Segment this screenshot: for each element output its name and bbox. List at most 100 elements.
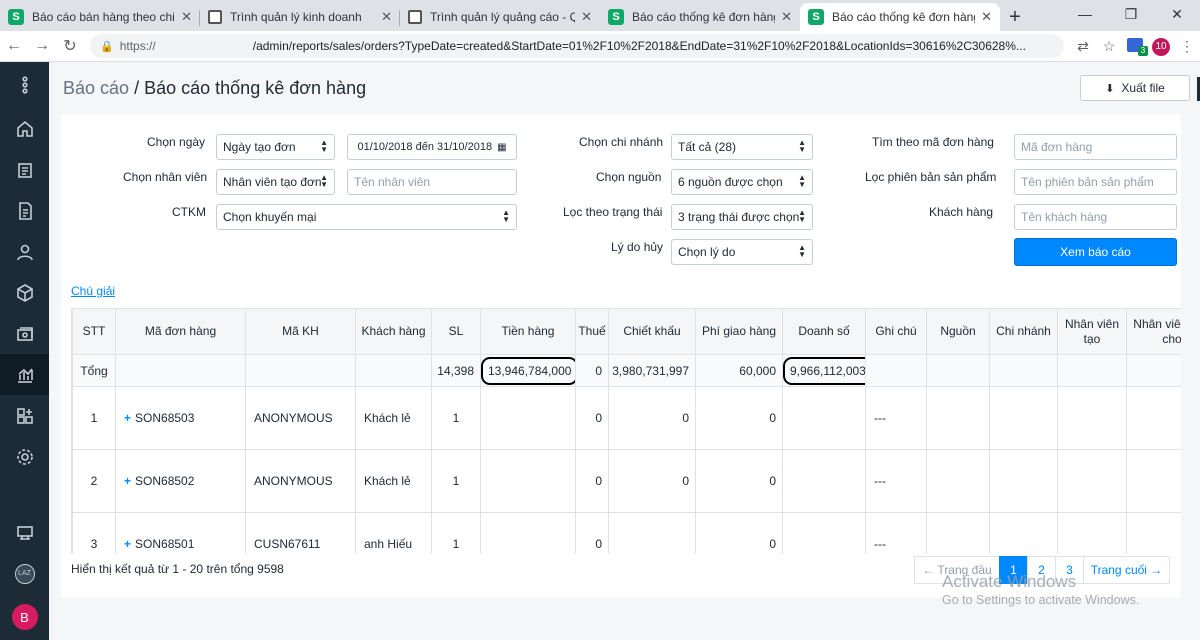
menu-dots-icon[interactable] <box>0 62 49 108</box>
column-header[interactable]: Thuế <box>575 308 609 355</box>
breadcrumb-parent[interactable]: Báo cáo <box>63 78 129 98</box>
customer-code: ANONYMOUS <box>245 449 356 513</box>
browser-tab-strip: S Báo cáo bán hàng theo chi nhá ✕ Trình … <box>0 0 1200 31</box>
invoice-icon[interactable] <box>0 190 49 231</box>
browser-tab[interactable]: Trình quản lý kinh doanh ✕ <box>200 3 400 31</box>
close-icon[interactable]: ✕ <box>981 9 992 25</box>
customer-name: Khách lẻ <box>355 386 432 450</box>
report-table-scroll[interactable]: STT Mã đơn hàng Mã KH Khách hàng SL Tiền… <box>71 308 1181 554</box>
row-index: 3 <box>72 512 116 554</box>
watermark-title: Activate Windows <box>942 572 1077 591</box>
activation-watermark: Activate Windows Go to Settings to activ… <box>942 572 1139 608</box>
store-avatar[interactable]: LAZ <box>0 553 49 594</box>
view-report-button[interactable]: Xem báo cáo <box>1014 238 1177 266</box>
reload-icon[interactable]: ↻ <box>56 36 84 56</box>
order-code-link[interactable]: SON68503 <box>135 411 194 425</box>
cancel-reason-select[interactable]: Chọn lý do ▲ ▼ <box>671 239 813 265</box>
column-header[interactable]: Nhân viên gán cho <box>1126 308 1181 355</box>
extension-icon[interactable]: 3 <box>1122 37 1148 56</box>
home-icon[interactable] <box>0 108 49 149</box>
table-row: 1 + SON68503 ANONYMOUS Khách lẻ 1 0 0 0 -… <box>72 386 1181 450</box>
column-header[interactable]: Nhân viên tạo <box>1057 308 1127 355</box>
customer-input[interactable] <box>1014 204 1177 230</box>
menu-icon[interactable]: ⋮ <box>1174 38 1200 55</box>
expand-icon[interactable]: + <box>124 537 131 551</box>
order-code-input[interactable] <box>1014 134 1177 160</box>
column-header[interactable]: Chi nhánh <box>989 308 1058 355</box>
staff-input[interactable] <box>347 169 517 195</box>
order-code-link[interactable]: SON68501 <box>135 537 194 551</box>
staff-type-select[interactable]: Nhân viên tạo đơn ▲ ▼ <box>216 169 335 195</box>
expand-icon[interactable]: + <box>124 474 131 488</box>
minimize-icon[interactable]: — <box>1062 0 1108 28</box>
variant-input[interactable] <box>1014 169 1177 195</box>
calendar-icon: ▦ <box>497 141 507 153</box>
column-header[interactable]: Phí giao hàng <box>695 308 783 355</box>
browser-tab[interactable]: S Báo cáo bán hàng theo chi nhá ✕ <box>0 3 200 31</box>
browser-tab-active[interactable]: S Báo cáo thống kê đơn hàng ✕ <box>800 3 1000 31</box>
customer-name: Khách lẻ <box>355 449 432 513</box>
column-header[interactable]: Khách hàng <box>355 308 432 355</box>
settings-icon[interactable] <box>0 436 49 477</box>
column-header[interactable]: Mã đơn hàng <box>115 308 246 355</box>
promo-select[interactable]: Chọn khuyến mại ▲ ▼ <box>216 204 517 230</box>
translate-icon[interactable]: ⇄ <box>1070 38 1096 55</box>
close-window-icon[interactable]: ✕ <box>1154 0 1200 28</box>
close-icon[interactable]: ✕ <box>781 9 792 25</box>
browser-tab[interactable]: S Báo cáo thống kê đơn hàng ✕ <box>600 3 800 31</box>
total-discount: 3,980,731,997 <box>608 354 696 387</box>
address-bar: ← → ↻ 🔒 https:// /admin/reports/sales/or… <box>0 31 1200 62</box>
column-header[interactable]: Chiết khấu <box>608 308 696 355</box>
column-header[interactable]: SL <box>431 308 481 355</box>
export-button[interactable]: ⬇ Xuất file <box>1080 75 1190 101</box>
order-code-link[interactable]: SON68502 <box>135 474 194 488</box>
source-select[interactable]: 6 nguồn được chọn ▲ ▼ <box>671 169 813 195</box>
row-index: 1 <box>72 386 116 450</box>
window-controls: — ❐ ✕ <box>1062 0 1200 28</box>
expand-icon[interactable]: + <box>124 411 131 425</box>
profile-icon[interactable]: 10 <box>1148 36 1174 56</box>
close-icon[interactable]: ✕ <box>181 9 192 25</box>
column-header[interactable]: STT <box>72 308 116 355</box>
legend-link[interactable]: Chú giải <box>71 284 115 298</box>
star-icon[interactable]: ☆ <box>1096 38 1122 55</box>
status-select[interactable]: 3 trạng thái được chọn ▲ ▼ <box>671 204 813 230</box>
product-icon[interactable] <box>0 272 49 313</box>
forward-icon[interactable]: → <box>28 37 56 55</box>
date-range-picker[interactable]: 01/10/2018 đến 31/10/2018 ▦ <box>347 134 517 160</box>
tab-title: Báo cáo thống kê đơn hàng <box>832 10 976 24</box>
tax: 0 <box>575 386 609 450</box>
note: --- <box>865 386 927 450</box>
pos-icon[interactable] <box>0 512 49 553</box>
user-avatar[interactable]: B <box>0 594 49 640</box>
reports-icon[interactable] <box>0 354 49 395</box>
column-header[interactable]: Mã KH <box>245 308 356 355</box>
quantity: 1 <box>431 449 481 513</box>
column-header[interactable]: Tiền hàng <box>480 308 576 355</box>
close-icon[interactable]: ✕ <box>581 9 592 25</box>
new-tab-icon[interactable]: + <box>1000 3 1030 31</box>
total-qty: 14,398 <box>431 354 481 387</box>
column-header[interactable]: Nguồn <box>926 308 990 355</box>
maximize-icon[interactable]: ❐ <box>1108 0 1154 28</box>
customer-icon[interactable] <box>0 231 49 272</box>
column-header[interactable]: Ghi chú <box>865 308 927 355</box>
cashbook-icon[interactable] <box>0 313 49 354</box>
date-type-select[interactable]: Ngày tạo đơn ▲ ▼ <box>216 134 335 160</box>
url-field[interactable]: 🔒 https:// /admin/reports/sales/orders?T… <box>90 34 1064 58</box>
tax: 0 <box>575 512 609 554</box>
sidebar: LAZ B <box>0 62 49 640</box>
apps-icon[interactable] <box>0 395 49 436</box>
sort-arrows-icon: ▲ ▼ <box>798 173 806 189</box>
orders-icon[interactable] <box>0 149 49 190</box>
back-icon[interactable]: ← <box>0 37 28 55</box>
close-icon[interactable]: ✕ <box>381 9 392 25</box>
branch-select[interactable]: Tất cả (28) ▲ ▼ <box>671 134 813 160</box>
column-header[interactable]: Doanh số <box>782 308 866 355</box>
sort-arrows-icon: ▲ ▼ <box>798 243 806 259</box>
customer-code: ANONYMOUS <box>245 386 356 450</box>
sort-arrows-icon: ▲ ▼ <box>798 208 806 224</box>
browser-tab[interactable]: Trình quản lý quảng cáo - Quả ✕ <box>400 3 600 31</box>
breadcrumb: Báo cáo / Báo cáo thống kê đơn hàng <box>63 78 366 99</box>
amount <box>480 386 576 450</box>
